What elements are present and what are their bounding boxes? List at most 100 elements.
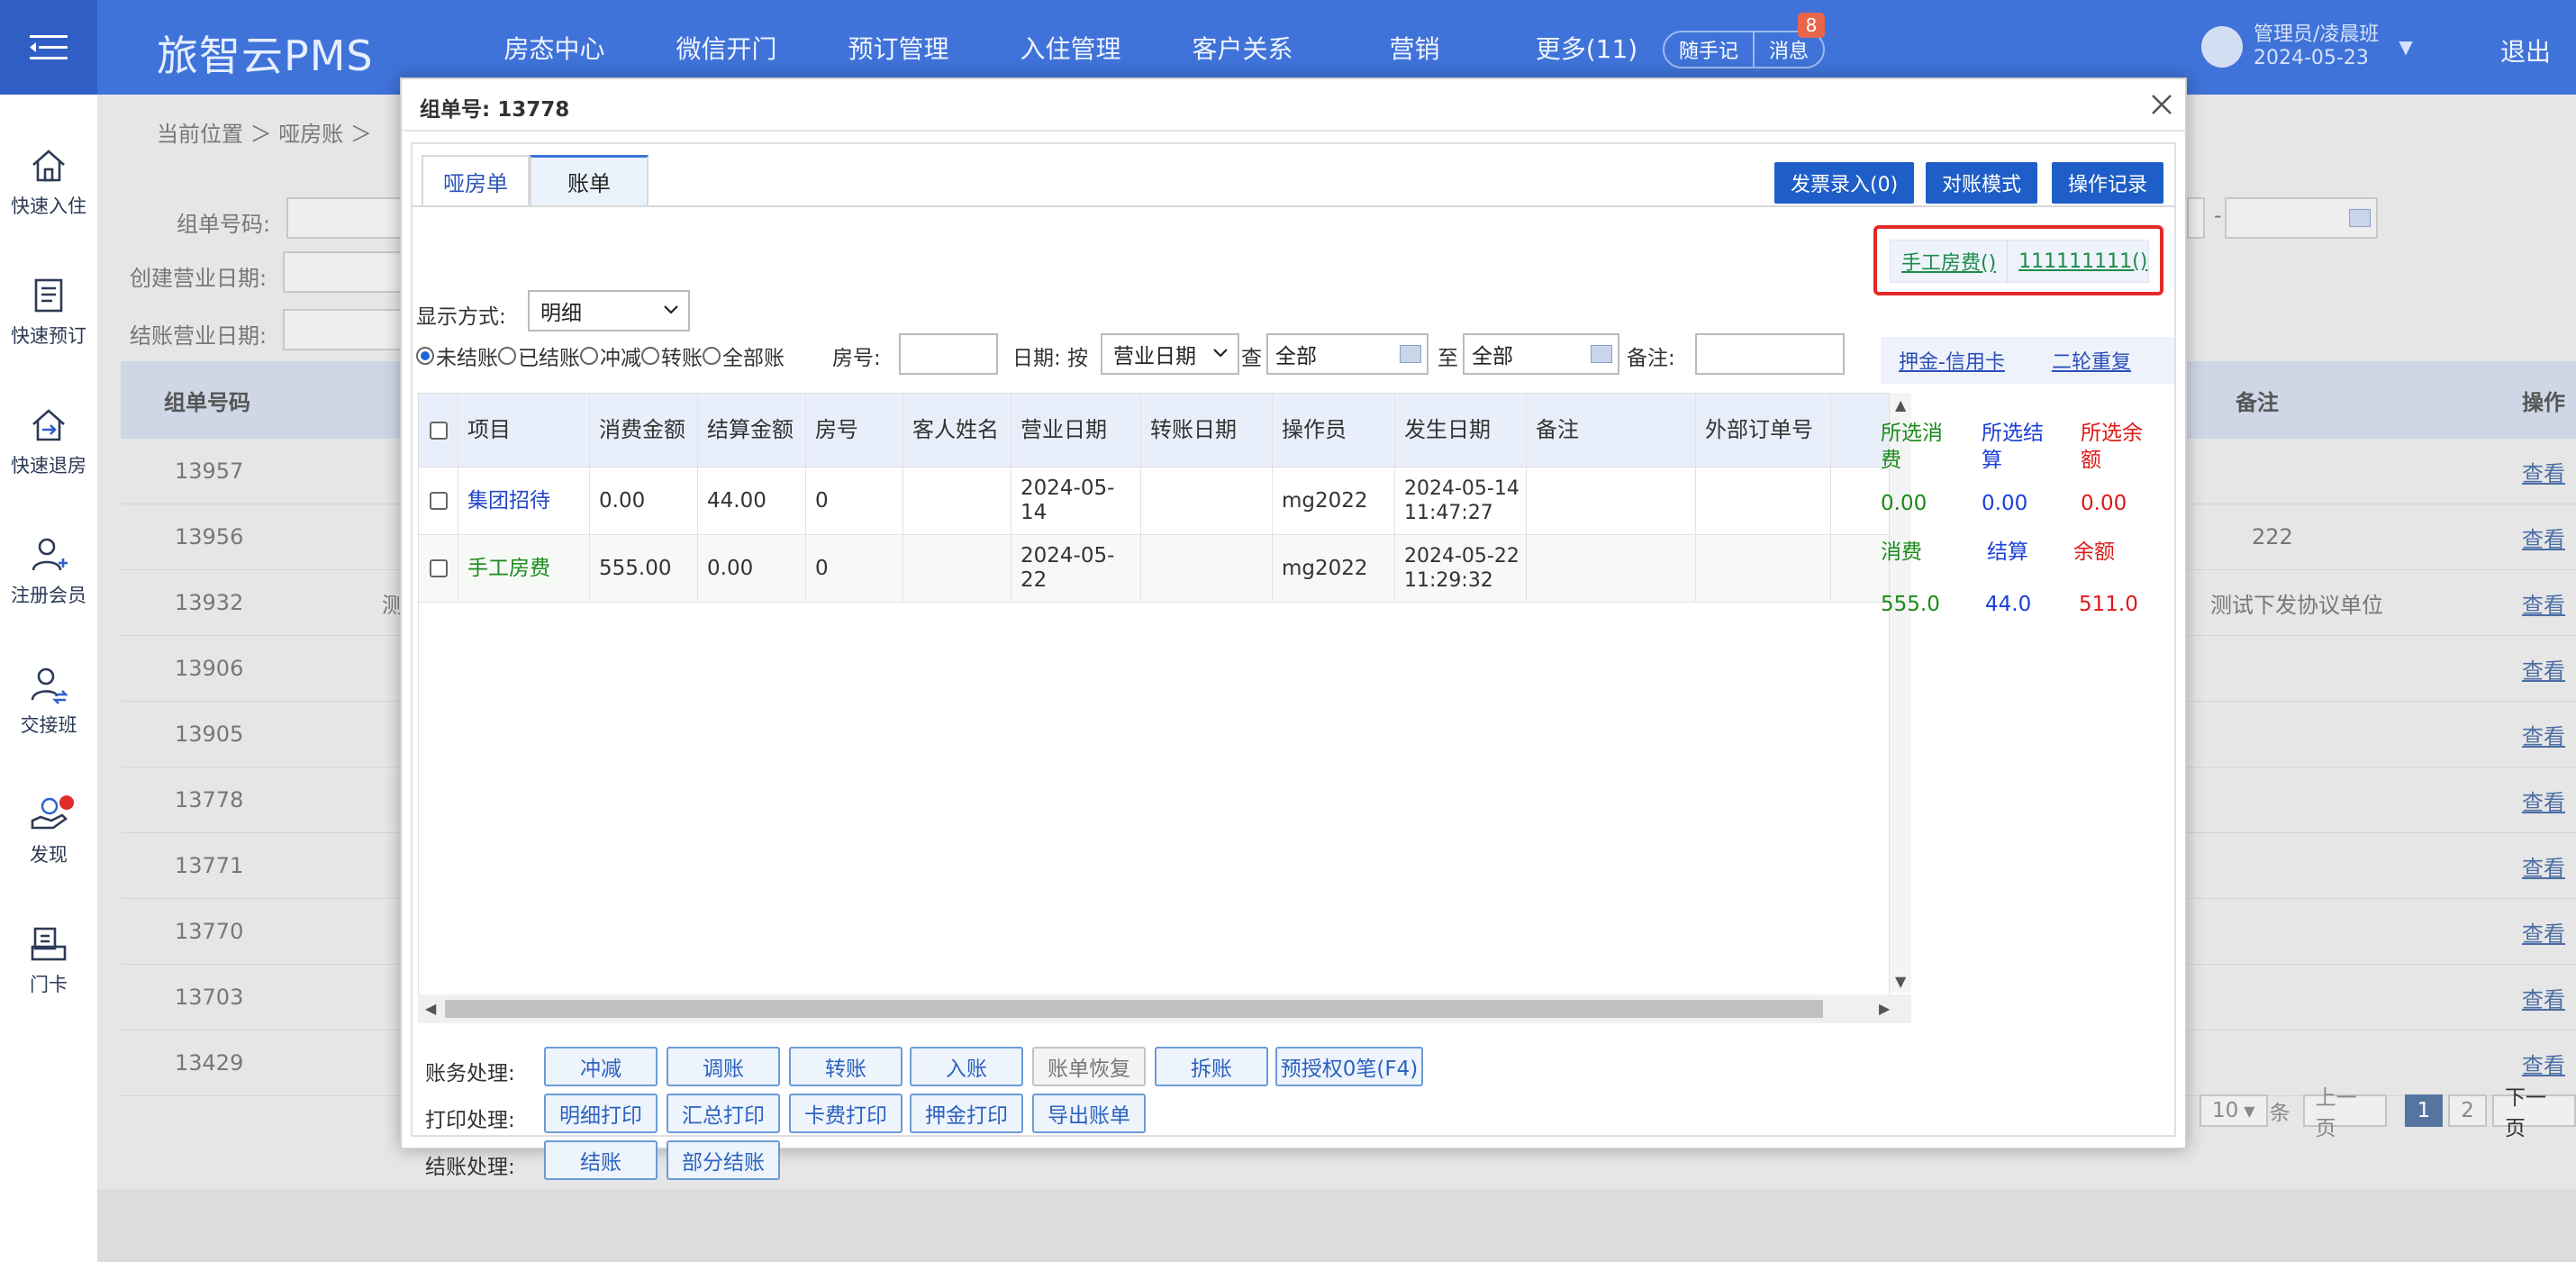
- room-fee-account-link[interactable]: 手工房费(): [1901, 247, 1996, 276]
- cell-guest: [903, 535, 1011, 602]
- preauth-button[interactable]: 预授权0笔(F4): [1275, 1047, 1423, 1086]
- adjust-button[interactable]: 调账: [667, 1047, 780, 1086]
- view-link[interactable]: 查看: [2522, 965, 2565, 1030]
- cell-biz-date: 2024-05-14: [1011, 468, 1141, 534]
- scroll-left-icon[interactable]: ◀: [425, 1000, 436, 1017]
- sidebar-item-shift-handover[interactable]: 交接班: [0, 664, 97, 738]
- export-bill-button[interactable]: 导出账单: [1032, 1094, 1146, 1133]
- scroll-down-icon[interactable]: ▼: [1895, 973, 1906, 990]
- sidebar-item-quick-booking[interactable]: 快速预订: [0, 275, 97, 349]
- radio-transfer[interactable]: 转账: [641, 340, 703, 371]
- second-round-link[interactable]: 二轮重复: [2052, 346, 2131, 375]
- cell-room: 0: [806, 535, 903, 602]
- table-row[interactable]: 集团招待 0.00 44.00 0 2024-05-14 mg2022 2024…: [419, 468, 1889, 535]
- filter-label-created: 创建营业日期:: [130, 266, 268, 291]
- select-all-checkbox[interactable]: [429, 421, 448, 440]
- radio-settled[interactable]: 已结账: [498, 340, 580, 371]
- operation-log-button[interactable]: 操作记录: [2052, 162, 2164, 204]
- vertical-scrollbar[interactable]: ▲ ▼: [1890, 393, 1911, 993]
- row-checkbox[interactable]: [429, 492, 448, 510]
- horizontal-scrollbar[interactable]: ◀ ▶: [418, 994, 1911, 1023]
- view-link[interactable]: 查看: [2522, 702, 2565, 767]
- calendar-icon[interactable]: [1400, 345, 1421, 363]
- print-card-fee-button[interactable]: 卡费打印: [789, 1094, 903, 1133]
- post-button[interactable]: 入账: [910, 1047, 1023, 1086]
- selected-consume-label: 所选消费: [1881, 422, 1943, 472]
- sidebar-item-label: 快速入住: [11, 195, 86, 217]
- account-number-link[interactable]: 111111111(): [2018, 250, 2147, 273]
- page-size-select[interactable]: 10 ▼: [2200, 1094, 2268, 1127]
- close-button[interactable]: [2142, 85, 2181, 124]
- close-icon: [2152, 95, 2172, 114]
- cell-consume: 0.00: [590, 468, 698, 534]
- menu-toggle-button[interactable]: [0, 0, 97, 95]
- settle-button[interactable]: 结账: [544, 1140, 658, 1180]
- print-detail-button[interactable]: 明细打印: [544, 1094, 658, 1133]
- app-logo: 旅智云PMS: [157, 32, 374, 80]
- logout-button[interactable]: 退出: [2500, 32, 2551, 68]
- range-start-input[interactable]: [2187, 197, 2205, 239]
- scroll-thumb[interactable]: [445, 1000, 1823, 1018]
- print-summary-button[interactable]: 汇总打印: [667, 1094, 780, 1133]
- date-to-input[interactable]: 全部: [1463, 333, 1619, 375]
- next-page-button[interactable]: 下一页: [2491, 1086, 2576, 1140]
- notes-button[interactable]: 随手记: [1664, 32, 1753, 67]
- print-deposit-button[interactable]: 押金打印: [910, 1094, 1023, 1133]
- split-bill-button[interactable]: 拆账: [1155, 1047, 1268, 1086]
- page-1-button[interactable]: 1: [2404, 1094, 2444, 1127]
- sidebar-item-door-card[interactable]: 门卡: [0, 923, 97, 997]
- avatar: [2201, 26, 2243, 68]
- range-end-input[interactable]: [2225, 197, 2378, 239]
- radio-all[interactable]: 全部账: [703, 340, 785, 371]
- view-link[interactable]: 查看: [2522, 833, 2565, 898]
- tab-dummy-room[interactable]: 哑房单: [422, 155, 530, 205]
- display-mode-select[interactable]: 明细: [528, 290, 690, 331]
- room-no-input[interactable]: [899, 333, 998, 375]
- radio-offset[interactable]: 冲减: [580, 340, 641, 371]
- invoice-entry-button[interactable]: 发票录入(0): [1774, 162, 1915, 204]
- scroll-right-icon[interactable]: ▶: [1879, 1000, 1890, 1017]
- view-link[interactable]: 查看: [2522, 899, 2565, 964]
- page-2-button[interactable]: 2: [2448, 1094, 2487, 1127]
- sidebar-item-register-member[interactable]: 注册会员: [0, 534, 97, 608]
- view-link[interactable]: 查看: [2522, 439, 2565, 504]
- transfer-button[interactable]: 转账: [789, 1047, 903, 1086]
- display-mode-label: 显示方式:: [416, 305, 506, 329]
- radio-unsettled[interactable]: 未结账: [416, 340, 498, 371]
- tab-bill[interactable]: 账单: [530, 155, 649, 205]
- date-from-input[interactable]: 全部: [1266, 333, 1429, 375]
- user-date: 2024-05-23: [2254, 47, 2369, 69]
- pagination: 10 ▼ 条 上一页 1 2 下一页: [2194, 1086, 2576, 1140]
- settle-total-value: 44.0: [1985, 593, 2032, 616]
- row-checkbox[interactable]: [429, 559, 448, 577]
- date-type-select[interactable]: 营业日期: [1101, 333, 1239, 375]
- reconcile-mode-button[interactable]: 对账模式: [1926, 162, 2038, 204]
- row-id: 13932: [175, 590, 244, 615]
- view-link[interactable]: 查看: [2522, 504, 2565, 569]
- scroll-up-icon[interactable]: ▲: [1895, 396, 1906, 413]
- remark-input[interactable]: [1695, 333, 1845, 375]
- radio-circle: [416, 347, 434, 365]
- user-menu[interactable]: 管理员/凌晨班 2024-05-23 ▼: [2201, 23, 2413, 70]
- partial-settle-button[interactable]: 部分结账: [667, 1140, 780, 1180]
- checkout-icon: [32, 409, 65, 441]
- view-link[interactable]: 查看: [2522, 767, 2565, 832]
- sidebar-item-quick-checkout[interactable]: 快速退房: [0, 404, 97, 478]
- sidebar-item-label: 注册会员: [11, 585, 86, 606]
- row-remark: 222: [2252, 524, 2293, 549]
- view-link[interactable]: 查看: [2522, 570, 2565, 635]
- deposit-credit-card-link[interactable]: 押金-信用卡: [1899, 346, 2005, 375]
- balance-label: 余额: [2073, 540, 2115, 564]
- view-link[interactable]: 查看: [2522, 636, 2565, 701]
- select-all-checkbox-cell: [419, 394, 458, 467]
- radio-label: 转账: [661, 347, 703, 370]
- sidebar-item-quick-checkin[interactable]: 快速入住: [0, 145, 97, 219]
- prev-page-button[interactable]: 上一页: [2302, 1086, 2387, 1140]
- shift-icon: [31, 667, 68, 704]
- calendar-icon[interactable]: [1591, 345, 1612, 363]
- table-row[interactable]: 手工房费 555.00 0.00 0 2024-05-22 mg2022 202…: [419, 535, 1889, 603]
- offset-button[interactable]: 冲减: [544, 1047, 658, 1086]
- highlighted-account-box: 手工房费() 111111111(): [1873, 225, 2163, 295]
- sidebar-item-discover[interactable]: 发现: [0, 794, 97, 867]
- restore-bill-button[interactable]: 账单恢复: [1032, 1047, 1146, 1086]
